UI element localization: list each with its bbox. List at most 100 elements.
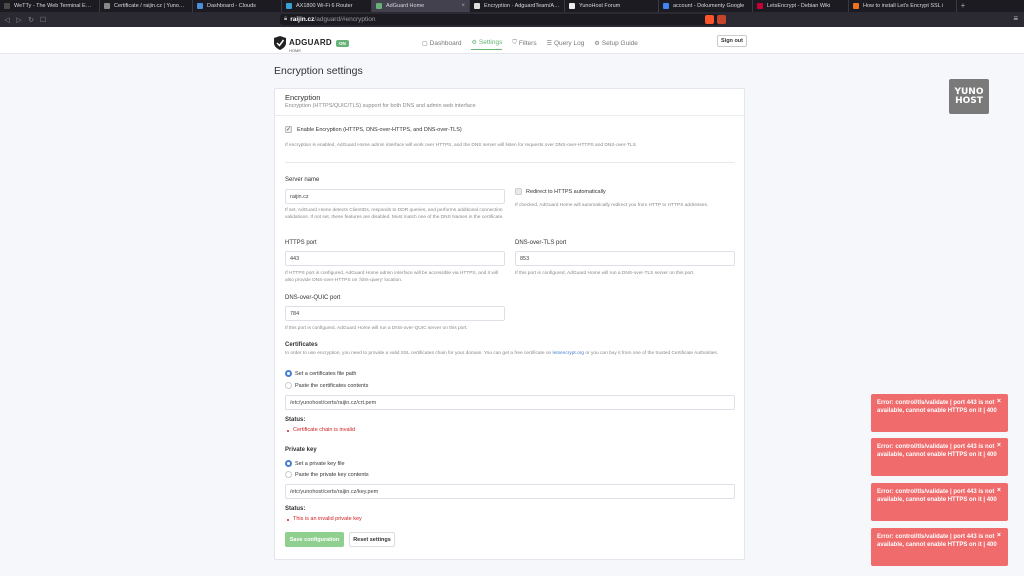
error-bullet bbox=[287, 519, 289, 521]
nav-filters[interactable]: ⛉ Filters bbox=[512, 36, 536, 50]
key-path-option-label: Set a private key file bbox=[295, 461, 345, 467]
close-tab-icon[interactable]: × bbox=[461, 3, 465, 9]
browser-tab-active[interactable]: AdGuard Home × bbox=[372, 0, 470, 12]
certificates-hint: In order to use encryption, you need to … bbox=[285, 351, 740, 358]
close-icon[interactable]: × bbox=[997, 397, 1001, 407]
tab-favicon-icon bbox=[663, 3, 669, 9]
tab-favicon-icon bbox=[4, 3, 10, 9]
enable-encryption-label: Enable Encryption (HTTPS, DNS-over-HTTPS… bbox=[297, 127, 462, 133]
brand-sub: HOME bbox=[289, 48, 301, 53]
browser-tab[interactable]: WeTTy - The Web Terminal Emula bbox=[0, 0, 100, 12]
menu-icon[interactable]: ≡ bbox=[1013, 14, 1018, 23]
url-path: /adguard/#encryption bbox=[314, 16, 376, 23]
app-header: ADGUARD HOME ON ▢ Dashboard ⚙ Settings ⛉ Fi… bbox=[0, 27, 1024, 54]
adguard-logo[interactable]: ADGUARD HOME ON bbox=[274, 33, 349, 53]
status-badge: ON bbox=[336, 39, 349, 47]
browser-tab[interactable]: YunoHost Forum bbox=[565, 0, 659, 12]
certificates-hint-text: In order to use encryption, you need to … bbox=[285, 351, 553, 356]
tab-title: How to install Let's Encrypt SSL i bbox=[863, 3, 944, 9]
enable-encryption-checkbox[interactable]: ✓ bbox=[285, 126, 292, 133]
https-port-input[interactable]: 443 bbox=[285, 251, 505, 266]
tab-favicon-icon bbox=[104, 3, 110, 9]
reload-icon[interactable]: ↻ bbox=[26, 16, 36, 24]
card-header: Encryption Encryption (HTTPS/QUIC/TLS) s… bbox=[275, 89, 744, 116]
nav-dashboard[interactable]: ▢ Dashboard bbox=[422, 36, 461, 50]
tab-title: Encryption · AdguardTeam/AdGu bbox=[484, 3, 560, 9]
tab-favicon-icon bbox=[757, 3, 763, 9]
letsencrypt-link[interactable]: letsencrypt.org bbox=[553, 351, 584, 356]
tab-favicon-icon bbox=[474, 3, 480, 9]
encryption-card: Encryption Encryption (HTTPS/QUIC/TLS) s… bbox=[274, 88, 745, 560]
certificates-hint-text-end: or you can buy it from one of the truste… bbox=[584, 351, 719, 356]
back-icon[interactable]: ◁ bbox=[2, 16, 12, 24]
yunohost-logo[interactable]: YUNO HOST bbox=[949, 79, 989, 114]
cert-paste-radio[interactable] bbox=[285, 382, 292, 389]
key-path-input[interactable]: /etc/yunohost/certs/raijin.cz/key.pem bbox=[285, 484, 735, 499]
lock-icon: 🔒︎ bbox=[284, 16, 288, 22]
error-toast: Error: control/tls/validate | port 443 i… bbox=[871, 394, 1008, 432]
filter-icon: ⛉ bbox=[512, 39, 517, 46]
tab-title: Dashboard - Clouds bbox=[207, 3, 256, 9]
browser-tab[interactable]: Dashboard - Clouds bbox=[193, 0, 282, 12]
cert-status-label: Status: bbox=[285, 417, 306, 423]
nav-settings[interactable]: ⚙ Settings bbox=[471, 36, 503, 50]
certificates-label: Certificates bbox=[285, 342, 318, 348]
reset-settings-button[interactable]: Reset settings bbox=[349, 532, 395, 547]
key-path-radio[interactable] bbox=[285, 460, 292, 467]
dashboard-icon: ▢ bbox=[422, 40, 428, 47]
nav-setup-guide[interactable]: ⚙ Setup Guide bbox=[594, 36, 638, 50]
url-text: raijin.cz/adguard/#encryption bbox=[290, 16, 375, 23]
doq-port-input[interactable]: 784 bbox=[285, 306, 505, 321]
error-bullet bbox=[287, 430, 289, 432]
doq-port-label: DNS-over-QUIC port bbox=[285, 295, 341, 301]
nav-label: Dashboard bbox=[429, 39, 462, 47]
tab-favicon-icon bbox=[569, 3, 575, 9]
dot-port-hint: If this port is configured, AdGuard Home… bbox=[515, 271, 695, 276]
tab-favicon-icon bbox=[376, 3, 382, 9]
dot-port-label: DNS-over-TLS port bbox=[515, 240, 567, 246]
close-icon[interactable]: × bbox=[997, 441, 1001, 451]
tab-favicon-icon bbox=[197, 3, 203, 9]
address-bar[interactable]: 🔒︎ raijin.cz/adguard/#encryption bbox=[280, 14, 720, 25]
card-subtitle: Encryption (HTTPS/QUIC/TLS) support for … bbox=[285, 103, 476, 109]
browser-tab[interactable]: How to install Let's Encrypt SSL i bbox=[849, 0, 957, 12]
cert-status-error: Certificate chain is invalid bbox=[293, 427, 356, 433]
browser-tab[interactable]: Encryption · AdguardTeam/AdGu bbox=[470, 0, 565, 12]
tab-title: WeTTy - The Web Terminal Emula bbox=[14, 3, 95, 9]
tab-title: account - Dokumenty Google bbox=[673, 3, 745, 9]
browser-tab[interactable]: account - Dokumenty Google bbox=[659, 0, 753, 12]
browser-tab[interactable]: LetsEncrypt - Debian Wiki bbox=[753, 0, 849, 12]
redirect-https-hint: If checked, AdGuard Home will automatica… bbox=[515, 203, 709, 208]
cert-path-input[interactable]: /etc/yunohost/certs/raijin.cz/crt.pem bbox=[285, 395, 735, 410]
toast-message: Error: control/tls/validate | port 443 i… bbox=[877, 534, 997, 549]
key-paste-radio[interactable] bbox=[285, 471, 292, 478]
browser-tab[interactable]: Certificate / raijin.cz | YunoHost bbox=[100, 0, 193, 12]
brand-name: ADGUARD bbox=[289, 38, 332, 47]
server-name-input[interactable]: raijin.cz bbox=[285, 189, 505, 204]
forward-icon[interactable]: ▷ bbox=[14, 16, 24, 24]
nav-label: Setup Guide bbox=[601, 39, 638, 47]
redirect-https-label: Redirect to HTTPS automatically bbox=[526, 189, 606, 195]
sign-out-button[interactable]: Sign out bbox=[717, 35, 747, 47]
private-key-label: Private key bbox=[285, 447, 317, 453]
https-port-hint: If HTTPS port is configured, AdGuard Hom… bbox=[285, 271, 499, 283]
cert-path-option-label: Set a certificates file path bbox=[295, 371, 357, 377]
dot-port-input[interactable]: 853 bbox=[515, 251, 735, 266]
tab-favicon-icon bbox=[853, 3, 859, 9]
setup-guide-icon: ⚙ bbox=[594, 40, 600, 47]
redirect-https-checkbox[interactable] bbox=[515, 188, 522, 195]
new-tab-icon[interactable]: + bbox=[957, 0, 969, 12]
brave-shield-icon[interactable] bbox=[705, 15, 714, 24]
key-status-error: This is an invalid private key bbox=[293, 516, 362, 522]
yunohost-logo-lettering: HOST bbox=[955, 95, 983, 106]
brave-rewards-icon[interactable] bbox=[717, 15, 726, 24]
close-icon[interactable]: × bbox=[997, 486, 1001, 496]
query-log-icon: ☰ bbox=[546, 40, 552, 47]
bookmark-icon[interactable]: ☐ bbox=[38, 16, 48, 24]
save-configuration-button[interactable]: Save configuration bbox=[285, 532, 344, 547]
nav-query-log[interactable]: ☰ Query Log bbox=[547, 36, 585, 50]
error-toast: Error: control/tls/validate | port 443 i… bbox=[871, 483, 1008, 521]
close-icon[interactable]: × bbox=[997, 531, 1001, 541]
cert-path-radio[interactable] bbox=[285, 370, 292, 377]
browser-tab[interactable]: AX1800 Wi-Fi 6 Router bbox=[282, 0, 372, 12]
